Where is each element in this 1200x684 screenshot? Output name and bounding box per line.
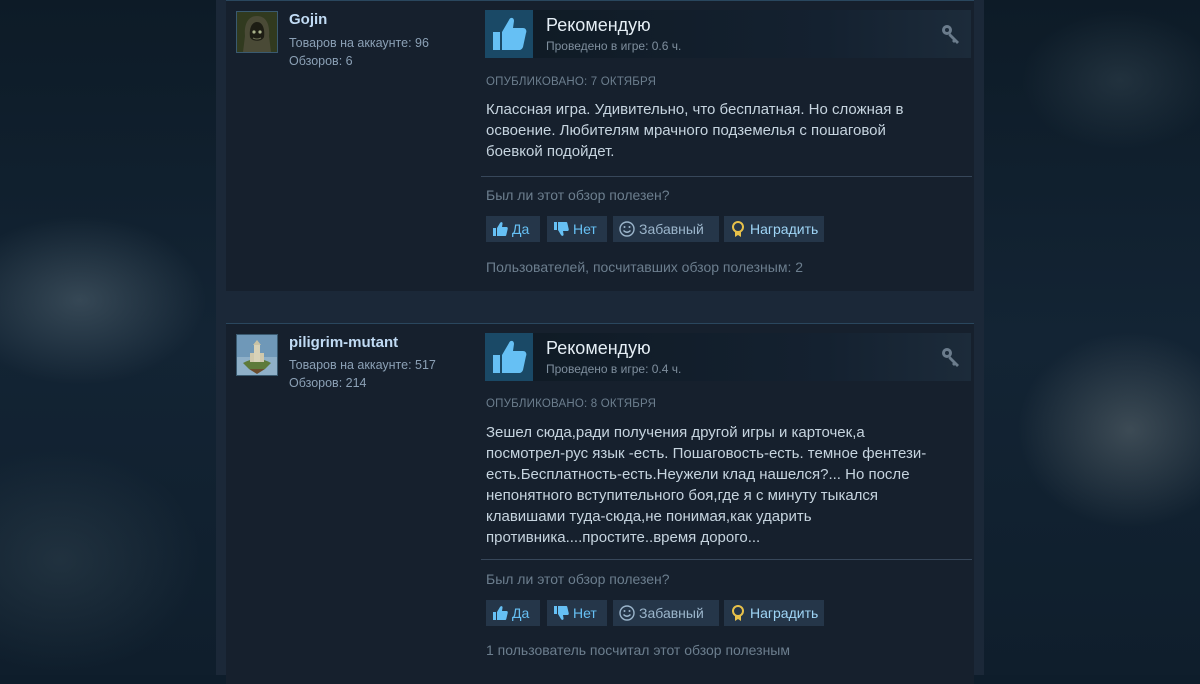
posted-date: ОПУБЛИКОВАНО: 8 ОКТЯБРЯ xyxy=(486,398,657,410)
award-label: Наградить xyxy=(750,221,819,237)
vote-funny-button[interactable]: Забавный xyxy=(613,216,719,242)
reviews-count[interactable]: Обзоров: 6 xyxy=(289,54,353,68)
divider xyxy=(481,176,972,177)
recommendation-header[interactable]: Рекомендую Проведено в игре: 0.6 ч. xyxy=(485,10,971,58)
divider xyxy=(481,559,972,560)
vote-yes-label: Да xyxy=(512,605,530,621)
vote-yes-button[interactable]: Да xyxy=(486,600,540,626)
smiley-icon xyxy=(619,221,635,237)
review-card: piligrim-mutant Товаров на аккаунте: 517… xyxy=(226,323,974,684)
thumbs-down-icon xyxy=(554,606,569,620)
user-avatar[interactable] xyxy=(236,11,278,53)
helpful-question: Был ли этот обзор полезен? xyxy=(486,571,670,587)
recommendation-header[interactable]: Рекомендую Проведено в игре: 0.4 ч. xyxy=(485,333,971,381)
user-avatar[interactable] xyxy=(236,334,278,376)
posted-date: ОПУБЛИКОВАНО: 7 ОКТЯБРЯ xyxy=(486,76,657,88)
products-count[interactable]: Товаров на аккаунте: 96 xyxy=(289,36,429,50)
smiley-icon xyxy=(619,605,635,621)
award-button[interactable]: Наградить xyxy=(724,216,824,242)
thumbs-up-icon xyxy=(485,333,533,381)
review-text: Классная игра. Удивительно, что бесплатн… xyxy=(486,101,904,160)
review-card: Gojin Товаров на аккаунте: 96 Обзоров: 6… xyxy=(226,0,974,291)
vote-yes-label: Да xyxy=(512,221,530,237)
vote-no-label: Нет xyxy=(573,605,597,621)
reviews-count[interactable]: Обзоров: 214 xyxy=(289,376,367,390)
vote-yes-button[interactable]: Да xyxy=(486,216,540,242)
hooded-figure-avatar-icon xyxy=(237,12,277,52)
thumbs-up-icon xyxy=(493,606,508,620)
award-button[interactable]: Наградить xyxy=(724,600,824,626)
vote-funny-label: Забавный xyxy=(639,221,704,237)
verdict-title: Рекомендую xyxy=(546,338,651,358)
vote-funny-button[interactable]: Забавный xyxy=(613,600,719,626)
award-label: Наградить xyxy=(750,605,819,621)
vote-no-label: Нет xyxy=(573,221,597,237)
hours-played: Проведено в игре: 0.6 ч. xyxy=(546,39,682,53)
verdict-title: Рекомендую xyxy=(546,15,651,35)
key-icon[interactable] xyxy=(939,345,963,369)
vote-no-button[interactable]: Нет xyxy=(547,600,607,626)
products-count[interactable]: Товаров на аккаунте: 517 xyxy=(289,358,436,372)
floating-castle-avatar-icon xyxy=(237,335,277,375)
username[interactable]: Gojin xyxy=(289,11,327,28)
helpful-count: Пользователей, посчитавших обзор полезны… xyxy=(486,259,804,275)
thumbs-down-icon xyxy=(554,222,569,236)
username[interactable]: piligrim-mutant xyxy=(289,334,398,351)
review-text: Зешел сюда,ради получения другой игры и … xyxy=(486,424,927,546)
key-icon[interactable] xyxy=(939,22,963,46)
thumbs-up-icon xyxy=(493,222,508,236)
vote-no-button[interactable]: Нет xyxy=(547,216,607,242)
award-medal-icon xyxy=(732,605,744,621)
helpful-question: Был ли этот обзор полезен? xyxy=(486,187,670,203)
hours-played: Проведено в игре: 0.4 ч. xyxy=(546,362,682,376)
vote-funny-label: Забавный xyxy=(639,605,704,621)
helpful-count: 1 пользователь посчитал этот обзор полез… xyxy=(486,642,790,658)
thumbs-up-icon xyxy=(485,10,533,58)
award-medal-icon xyxy=(732,221,744,237)
